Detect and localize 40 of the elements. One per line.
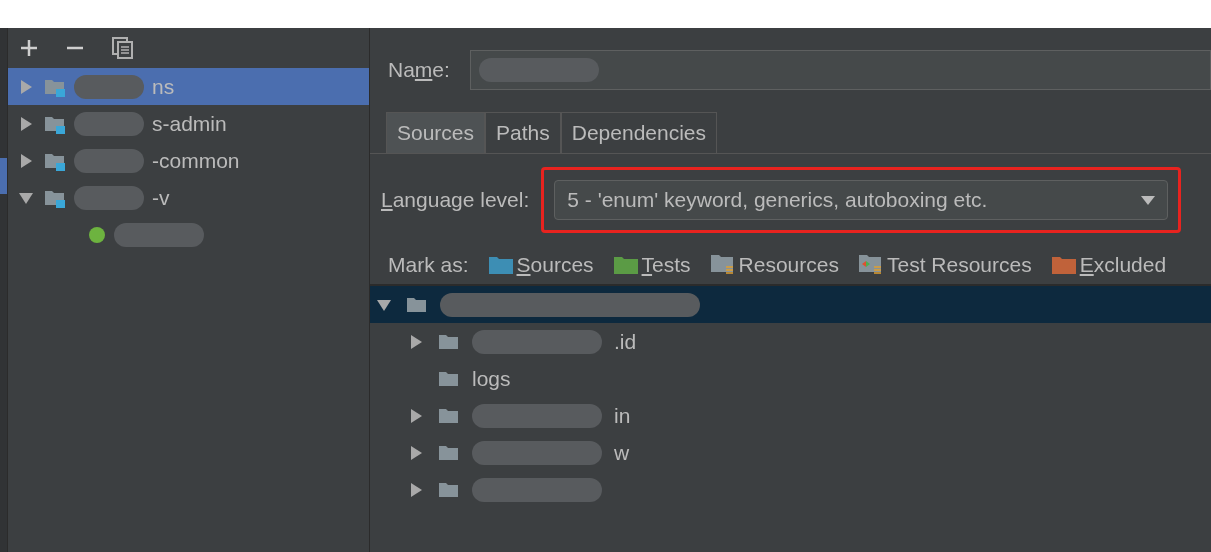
- mark-as-option: Resources: [738, 249, 839, 281]
- folder-name: logs: [472, 365, 511, 392]
- mark-as-option: Sources: [516, 249, 594, 281]
- module-row[interactable]: s-admin: [8, 105, 369, 142]
- mark-as-label: Mark as:: [388, 252, 469, 279]
- tab[interactable]: Sources: [386, 112, 486, 153]
- module-row[interactable]: -common: [8, 142, 369, 179]
- tree-row[interactable]: in: [370, 397, 1211, 434]
- expand-triangle-icon[interactable]: [409, 408, 423, 423]
- expand-triangle-icon[interactable]: [19, 153, 33, 168]
- tree-row[interactable]: logs: [370, 360, 1211, 397]
- mark-as-option: Test Resources: [886, 249, 1032, 281]
- expand-triangle-icon[interactable]: [409, 334, 423, 349]
- dropdown-arrow-icon: [1141, 195, 1156, 205]
- language-level-label: Language level:: [381, 187, 530, 214]
- module-name: s-admin: [152, 110, 227, 137]
- add-icon[interactable]: [20, 39, 38, 57]
- folder-name: w: [614, 439, 630, 466]
- mark-as-option: Excluded: [1079, 249, 1167, 281]
- tab[interactable]: Dependencies: [560, 112, 717, 153]
- name-field[interactable]: [469, 50, 1211, 90]
- tab[interactable]: Paths: [485, 112, 561, 153]
- copy-icon[interactable]: [112, 37, 134, 59]
- expand-triangle-icon[interactable]: [19, 116, 33, 131]
- module-name: ns: [152, 73, 175, 100]
- expand-triangle-icon[interactable]: [409, 482, 423, 497]
- collapse-triangle-icon[interactable]: [377, 297, 391, 312]
- expand-triangle-icon[interactable]: [409, 445, 423, 460]
- tree-row[interactable]: w: [370, 434, 1211, 471]
- language-level-dropdown[interactable]: 5 - 'enum' keyword, generics, autoboxing etc.: [554, 180, 1169, 220]
- mark-as-option: Tests: [641, 249, 691, 281]
- side-tab-marker: [0, 158, 7, 194]
- tree-row[interactable]: .id: [370, 323, 1211, 360]
- folder-name: in: [614, 402, 631, 429]
- module-row[interactable]: -v: [8, 179, 369, 216]
- folder-name: .id: [614, 328, 637, 355]
- module-name: -common: [152, 147, 240, 174]
- name-label: Name:: [388, 57, 450, 84]
- module-name: -v: [152, 184, 170, 211]
- collapse-triangle-icon[interactable]: [19, 190, 33, 205]
